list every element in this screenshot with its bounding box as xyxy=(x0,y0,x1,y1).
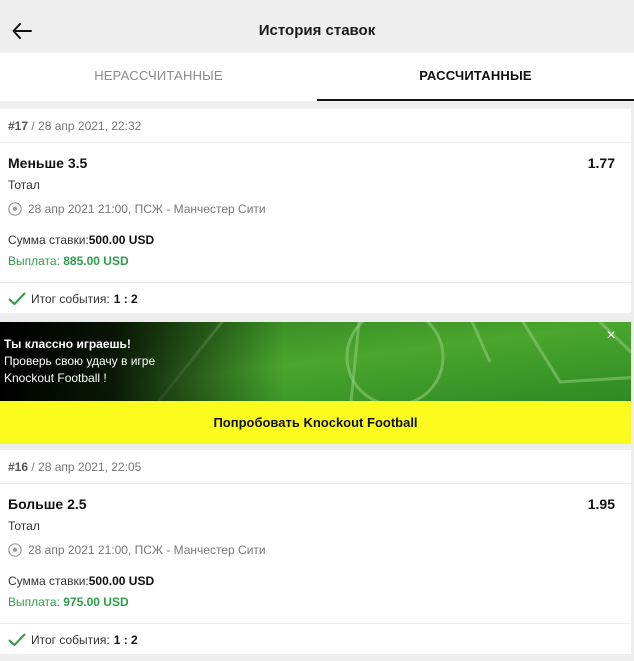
promo-line2: Проверь свою удачу в игре xyxy=(4,354,156,368)
status-strip xyxy=(0,0,634,9)
event-result: Итог события: 1 : 2 xyxy=(0,623,631,655)
check-icon xyxy=(8,292,26,305)
market-name: Тотал xyxy=(8,519,40,533)
event-text: 28 апр 2021 21:00, ПСЖ - Манчестер Сити xyxy=(28,202,266,216)
stake-row: Сумма ставки:500.00 USD xyxy=(0,572,631,590)
selection-row: Больше 2.5 1.95 xyxy=(0,494,631,516)
app-header: История ставок xyxy=(0,9,634,53)
event-info: 28 апр 2021 21:00, ПСЖ - Манчестер Сити xyxy=(0,199,631,219)
check-icon xyxy=(8,633,26,646)
tab-unsettled[interactable]: НЕРАССЧИТАННЫЕ xyxy=(0,53,317,101)
arrow-left-icon xyxy=(12,23,32,39)
promo-line3: Knockout Football ! xyxy=(4,371,107,385)
bet-header: #17 / 28 апр 2021, 22:32 xyxy=(0,109,631,143)
promo-banner[interactable]: Ты классно играешь! Проверь свою удачу в… xyxy=(0,322,631,444)
bet-date: / 28 апр 2021, 22:05 xyxy=(28,460,142,474)
selection-name: Больше 2.5 xyxy=(8,496,87,512)
payout-value: 975.00 USD xyxy=(63,595,129,609)
stake-label: Сумма ставки: xyxy=(8,574,89,588)
bet-header: #16 / 28 апр 2021, 22:05 xyxy=(0,450,631,484)
event-info: 28 апр 2021 21:00, ПСЖ - Манчестер Сити xyxy=(0,540,631,560)
back-button[interactable] xyxy=(8,17,36,45)
soccer-ball-icon xyxy=(8,202,22,216)
tab-settled[interactable]: РАССЧИТАННЫЕ xyxy=(317,53,634,101)
stake-label: Сумма ставки: xyxy=(8,233,89,247)
promo-text: Ты классно играешь! Проверь свою удачу в… xyxy=(4,336,155,387)
stake-value: 500.00 USD xyxy=(88,574,155,588)
page-title: История ставок xyxy=(258,22,376,39)
stake-value: 500.00 USD xyxy=(88,233,155,247)
close-icon[interactable]: × xyxy=(603,328,619,344)
bet-number: #17 xyxy=(8,119,29,133)
selection-odds: 1.77 xyxy=(587,155,615,171)
promo-headline: Ты классно играешь! xyxy=(4,337,131,351)
stake-row: Сумма ставки:500.00 USD xyxy=(0,231,631,249)
try-knockout-football-button[interactable]: Попробовать Knockout Football xyxy=(0,401,631,444)
payout-label: Выплата: xyxy=(8,595,64,609)
result-score: 1 : 2 xyxy=(113,291,138,306)
bet-card[interactable]: #17 / 28 апр 2021, 22:32 Меньше 3.5 1.77… xyxy=(0,109,631,313)
bet-card[interactable]: #16 / 28 апр 2021, 22:05 Больше 2.5 1.95… xyxy=(0,450,631,654)
event-text: 28 апр 2021 21:00, ПСЖ - Манчестер Сити xyxy=(28,543,266,557)
payout-label: Выплата: xyxy=(8,254,64,268)
event-result: Итог события: 1 : 2 xyxy=(0,282,631,314)
payout-row: Выплата: 975.00 USD xyxy=(0,593,631,611)
payout-row: Выплата: 885.00 USD xyxy=(0,252,631,270)
result-score: 1 : 2 xyxy=(113,632,138,647)
selection-name: Меньше 3.5 xyxy=(8,155,88,171)
result-label: Итог события: xyxy=(31,632,110,647)
bet-history-tabs: НЕРАССЧИТАННЫЕ РАССЧИТАННЫЕ xyxy=(0,53,634,101)
bet-date: / 28 апр 2021, 22:32 xyxy=(28,119,142,133)
market-name: Тотал xyxy=(8,178,40,192)
selection-odds: 1.95 xyxy=(587,496,615,512)
bet-number: #16 xyxy=(8,460,29,474)
soccer-ball-icon xyxy=(8,543,22,557)
payout-value: 885.00 USD xyxy=(63,254,129,268)
selection-row: Меньше 3.5 1.77 xyxy=(0,153,631,175)
result-label: Итог события: xyxy=(31,291,110,306)
